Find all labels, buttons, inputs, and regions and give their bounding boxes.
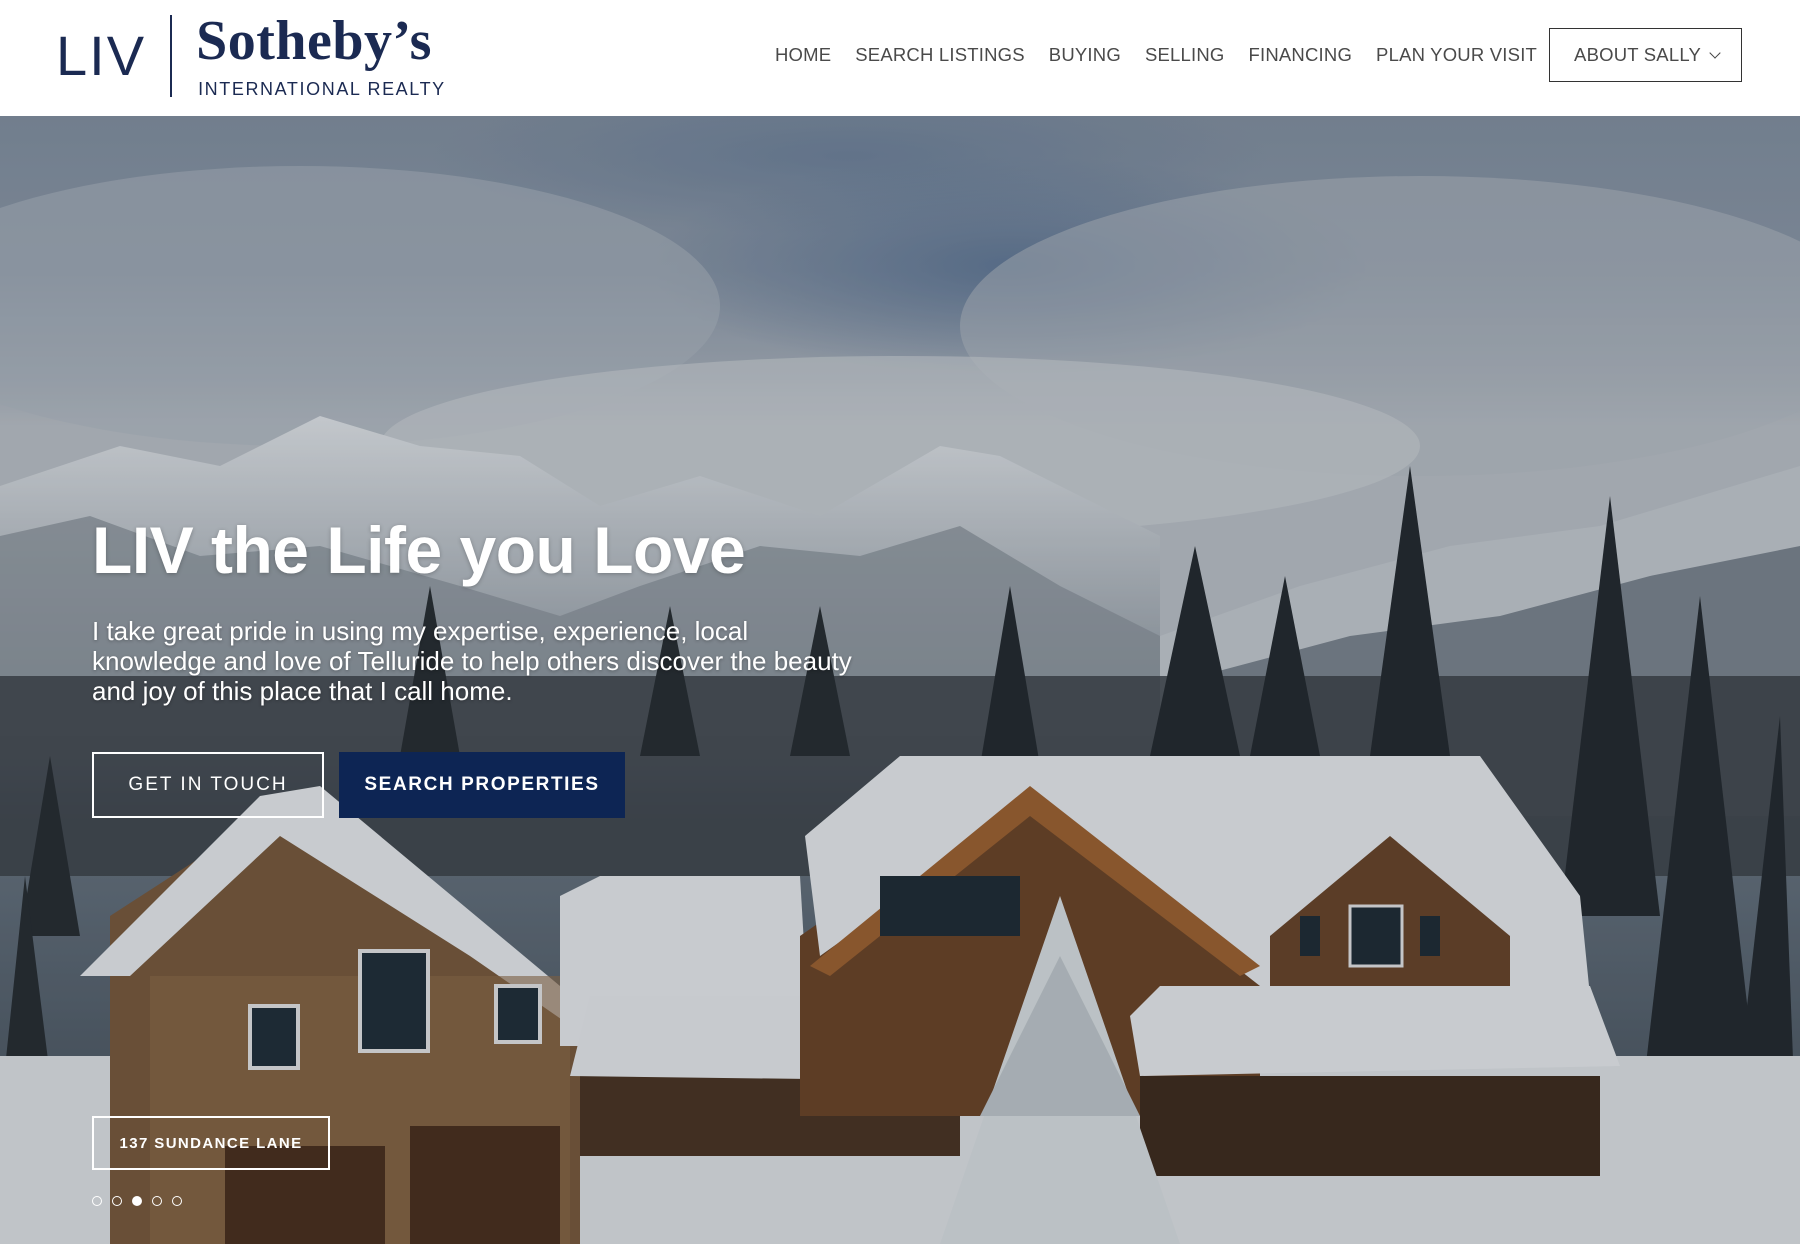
chevron-down-icon — [1709, 46, 1721, 59]
hero-section: LIV the Life you Love I take great pride… — [0, 116, 1800, 1244]
site-header: LIV Sotheby’s INTERNATIONAL REALTY HOME … — [0, 0, 1800, 116]
slide-dot-2[interactable] — [112, 1196, 122, 1206]
slide-dot-5[interactable] — [172, 1196, 182, 1206]
logo-wordmark: Sotheby’s INTERNATIONAL REALTY — [196, 13, 446, 100]
slide-dot-4[interactable] — [152, 1196, 162, 1206]
sothebys-logo[interactable]: LIV Sotheby’s INTERNATIONAL REALTY — [56, 13, 446, 100]
logo-divider — [170, 15, 173, 97]
nav-buying[interactable]: BUYING — [1049, 44, 1121, 66]
nav-selling[interactable]: SELLING — [1145, 44, 1225, 66]
nav-search-listings[interactable]: SEARCH LISTINGS — [855, 44, 1025, 66]
logo-subtitle: INTERNATIONAL REALTY — [198, 78, 446, 99]
get-in-touch-button[interactable]: GET IN TOUCH — [92, 752, 324, 818]
logo-liv-text: LIV — [56, 24, 147, 87]
slide-dot-3[interactable] — [132, 1196, 142, 1206]
hero-title: LIV the Life you Love — [92, 513, 746, 587]
nav-plan-your-visit[interactable]: PLAN YOUR VISIT — [1376, 44, 1537, 66]
nav-about-sally-label: ABOUT SALLY — [1574, 44, 1701, 65]
logo-brand-text: Sotheby’s — [196, 9, 432, 72]
slide-address-caption[interactable]: 137 SUNDANCE LANE — [92, 1116, 330, 1170]
slider-pagination — [92, 1196, 192, 1206]
nav-about-sally-dropdown[interactable]: ABOUT SALLY — [1549, 28, 1742, 82]
nav-financing[interactable]: FINANCING — [1248, 44, 1352, 66]
hero-description: I take great pride in using my expertise… — [92, 616, 852, 706]
main-nav: HOME SEARCH LISTINGS BUYING SELLING FINA… — [751, 28, 1742, 82]
search-properties-button[interactable]: SEARCH PROPERTIES — [339, 752, 625, 818]
nav-home[interactable]: HOME — [775, 44, 831, 66]
slide-dot-1[interactable] — [92, 1196, 102, 1206]
